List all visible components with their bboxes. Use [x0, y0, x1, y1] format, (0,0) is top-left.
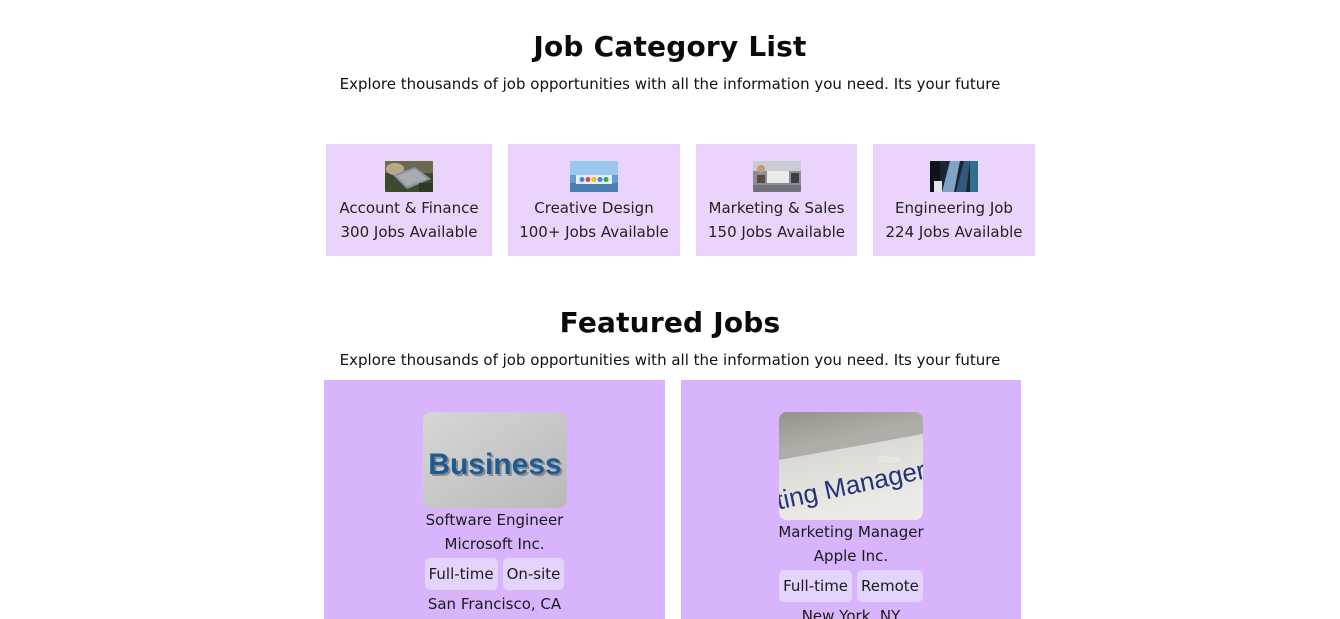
job-company: Apple Inc. [813, 547, 889, 565]
job-location: San Francisco, CA [427, 595, 562, 613]
watermark-text: iStock [879, 455, 902, 464]
job-company: Microsoft Inc. [444, 535, 545, 553]
job-title: Marketing Manager [778, 523, 924, 541]
category-count: 150 Jobs Available [708, 223, 845, 241]
job-tags: Full-time On-site [324, 558, 665, 590]
google-sign-image [570, 161, 618, 192]
tag-remote[interactable]: Remote [857, 570, 923, 602]
category-name: Account & Finance [339, 199, 479, 217]
category-section-title: Job Category List [533, 30, 807, 63]
tag-full-time[interactable]: Full-time [424, 558, 498, 590]
tag-full-time[interactable]: Full-time [779, 570, 853, 602]
business-image: Business Business [422, 412, 567, 508]
category-name: Engineering Job [895, 199, 1013, 217]
page: Job Category List Explore thousands of j… [0, 0, 1340, 619]
featured-section-subtitle: Explore thousands of job opportunities w… [339, 351, 1001, 369]
category-section-subtitle: Explore thousands of job opportunities w… [339, 75, 1001, 93]
featured-section-title: Featured Jobs [559, 306, 781, 339]
business-text: Business [428, 448, 561, 481]
category-card-marketing-sales[interactable]: Marketing & Sales 150 Jobs Available [696, 144, 857, 256]
category-count: 224 Jobs Available [885, 223, 1023, 241]
job-card-software-engineer[interactable]: Business Business Software Engineer Micr… [324, 380, 665, 619]
category-name: Marketing & Sales [708, 199, 845, 217]
tag-on-site[interactable]: On-site [502, 558, 565, 590]
job-title: Software Engineer [425, 511, 564, 529]
city-image [930, 161, 978, 192]
category-name: Creative Design [534, 199, 654, 217]
category-count: 300 Jobs Available [340, 223, 478, 241]
laptop-image [385, 161, 433, 192]
meeting-image [752, 161, 801, 192]
manager-image: ting Manager iStock [779, 412, 923, 520]
category-card-creative-design[interactable]: Creative Design 100+ Jobs Available [508, 144, 680, 256]
job-location: New York, NY [801, 607, 901, 619]
category-card-account-finance[interactable]: Account & Finance 300 Jobs Available [326, 144, 492, 256]
category-count: 100+ Jobs Available [519, 223, 669, 241]
job-card-marketing-manager[interactable]: ting Manager iStock Marketing Manager Ap… [681, 380, 1021, 619]
job-tags: Full-time Remote [681, 570, 1021, 602]
category-card-engineering[interactable]: Engineering Job 224 Jobs Available [873, 144, 1035, 256]
